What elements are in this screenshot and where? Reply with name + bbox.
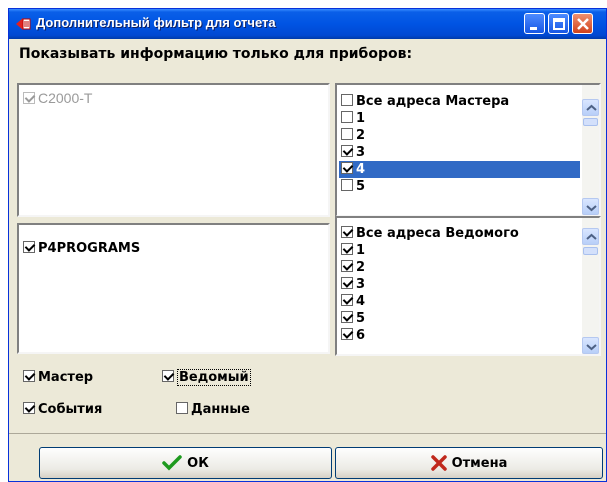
- minimize-icon: [530, 27, 537, 30]
- scroll-up-button[interactable]: [582, 228, 599, 245]
- ok-label: ОК: [187, 455, 209, 471]
- list-item-label: 5: [356, 311, 366, 326]
- checkbox[interactable]: [341, 243, 353, 255]
- list-item-label: 1: [356, 111, 366, 126]
- list-item[interactable]: 2: [339, 127, 580, 144]
- checkbox[interactable]: [341, 311, 353, 323]
- checkbox[interactable]: [341, 162, 353, 174]
- checkbox[interactable]: [341, 277, 353, 289]
- list-item-label: 3: [356, 145, 366, 160]
- list-item-label: Все адреса Мастера: [356, 94, 510, 109]
- list-item-label: 4: [356, 294, 366, 309]
- scroll-down-button[interactable]: [582, 198, 599, 215]
- list-item-label: 2: [356, 128, 366, 143]
- list-item[interactable]: P4PROGRAMS: [23, 241, 140, 256]
- filter-heading: Показывать информацию только для приборо…: [19, 46, 413, 62]
- list-item[interactable]: 3: [339, 276, 580, 293]
- option-label: Данные: [191, 402, 250, 417]
- maximize-icon: [553, 18, 565, 30]
- chevron-up-icon: [586, 104, 597, 111]
- list-item-label: P4PROGRAMS: [38, 241, 141, 256]
- list-item-label: С2000-Т: [38, 90, 93, 106]
- list-item[interactable]: 6: [339, 327, 580, 344]
- master-address-list[interactable]: Все адреса Мастера 1 2 3 4 5: [335, 83, 601, 217]
- ok-button[interactable]: ОК: [39, 447, 332, 479]
- window-title: Дополнительный фильтр для отчета: [36, 15, 276, 30]
- list-item-selected[interactable]: 4: [339, 161, 580, 178]
- slave-option[interactable]: Ведомый: [162, 369, 251, 386]
- checkbox[interactable]: [341, 328, 353, 340]
- list-item[interactable]: С2000-Т: [23, 90, 92, 106]
- data-option[interactable]: Данные: [176, 402, 250, 417]
- master-option[interactable]: Мастер: [23, 370, 93, 385]
- list-item[interactable]: 4: [339, 293, 580, 310]
- checkbox[interactable]: [341, 94, 353, 106]
- cross-icon: [430, 455, 447, 471]
- close-button[interactable]: [572, 13, 593, 34]
- list-item-label: 1: [356, 243, 366, 258]
- divider: [9, 433, 606, 434]
- list-item[interactable]: Все адреса Мастера: [339, 93, 580, 110]
- title-bar[interactable]: Дополнительный фильтр для отчета: [9, 9, 606, 39]
- list-item[interactable]: 3: [339, 144, 580, 161]
- checkbox[interactable]: [162, 370, 174, 382]
- checkbox[interactable]: [341, 260, 353, 272]
- checkbox[interactable]: [341, 226, 353, 238]
- list-item-label: 6: [356, 328, 366, 343]
- checkbox[interactable]: [341, 111, 353, 123]
- chevron-up-icon: [586, 233, 597, 240]
- option-label: События: [38, 402, 103, 417]
- list-item[interactable]: 5: [339, 310, 580, 327]
- maximize-button[interactable]: [548, 13, 569, 34]
- checkbox[interactable]: [23, 241, 35, 253]
- slave-address-list[interactable]: Все адреса Ведомого 1 2 3 4 5 6: [335, 216, 601, 356]
- option-label: Мастер: [38, 370, 94, 385]
- list-item-label: 5: [356, 179, 366, 194]
- master-list-scrollbar[interactable]: [582, 85, 599, 215]
- list-item-label: 3: [356, 277, 366, 292]
- background-strip: [0, 0, 607, 8]
- checkbox[interactable]: [23, 92, 35, 104]
- option-label: Ведомый: [177, 369, 251, 386]
- checkbox[interactable]: [23, 402, 35, 414]
- close-icon: [577, 18, 589, 30]
- device-list-top[interactable]: С2000-Т: [17, 83, 330, 217]
- checkbox[interactable]: [176, 402, 188, 414]
- scroll-up-button[interactable]: [582, 99, 599, 116]
- scroll-thumb[interactable]: [583, 247, 598, 255]
- cancel-label: Отмена: [451, 455, 508, 471]
- chevron-down-icon: [586, 205, 597, 212]
- device-list-bottom[interactable]: P4PROGRAMS: [17, 223, 330, 354]
- slave-list-scrollbar[interactable]: [582, 218, 599, 354]
- checkbox[interactable]: [341, 128, 353, 140]
- list-item-label: Все адреса Ведомого: [356, 226, 519, 241]
- checkbox[interactable]: [341, 179, 353, 191]
- list-item-label: 4: [356, 162, 366, 177]
- filter-dialog: Дополнительный фильтр для отчета Показыв…: [8, 8, 607, 482]
- checkbox[interactable]: [23, 370, 35, 382]
- report-icon: [16, 18, 31, 30]
- chevron-down-icon: [586, 344, 597, 351]
- events-option[interactable]: События: [23, 402, 102, 417]
- list-item[interactable]: 2: [339, 259, 580, 276]
- list-item[interactable]: 5: [339, 178, 580, 195]
- list-item[interactable]: 1: [339, 110, 580, 127]
- list-item[interactable]: Все адреса Ведомого: [339, 225, 580, 242]
- scroll-thumb[interactable]: [583, 118, 598, 126]
- checkbox[interactable]: [341, 294, 353, 306]
- scroll-down-button[interactable]: [582, 337, 599, 354]
- minimize-button[interactable]: [524, 13, 545, 34]
- list-item[interactable]: 1: [339, 242, 580, 259]
- checkbox[interactable]: [341, 145, 353, 157]
- checkmark-icon: [162, 455, 182, 471]
- cancel-button[interactable]: Отмена: [335, 447, 603, 479]
- list-item-label: 2: [356, 260, 366, 275]
